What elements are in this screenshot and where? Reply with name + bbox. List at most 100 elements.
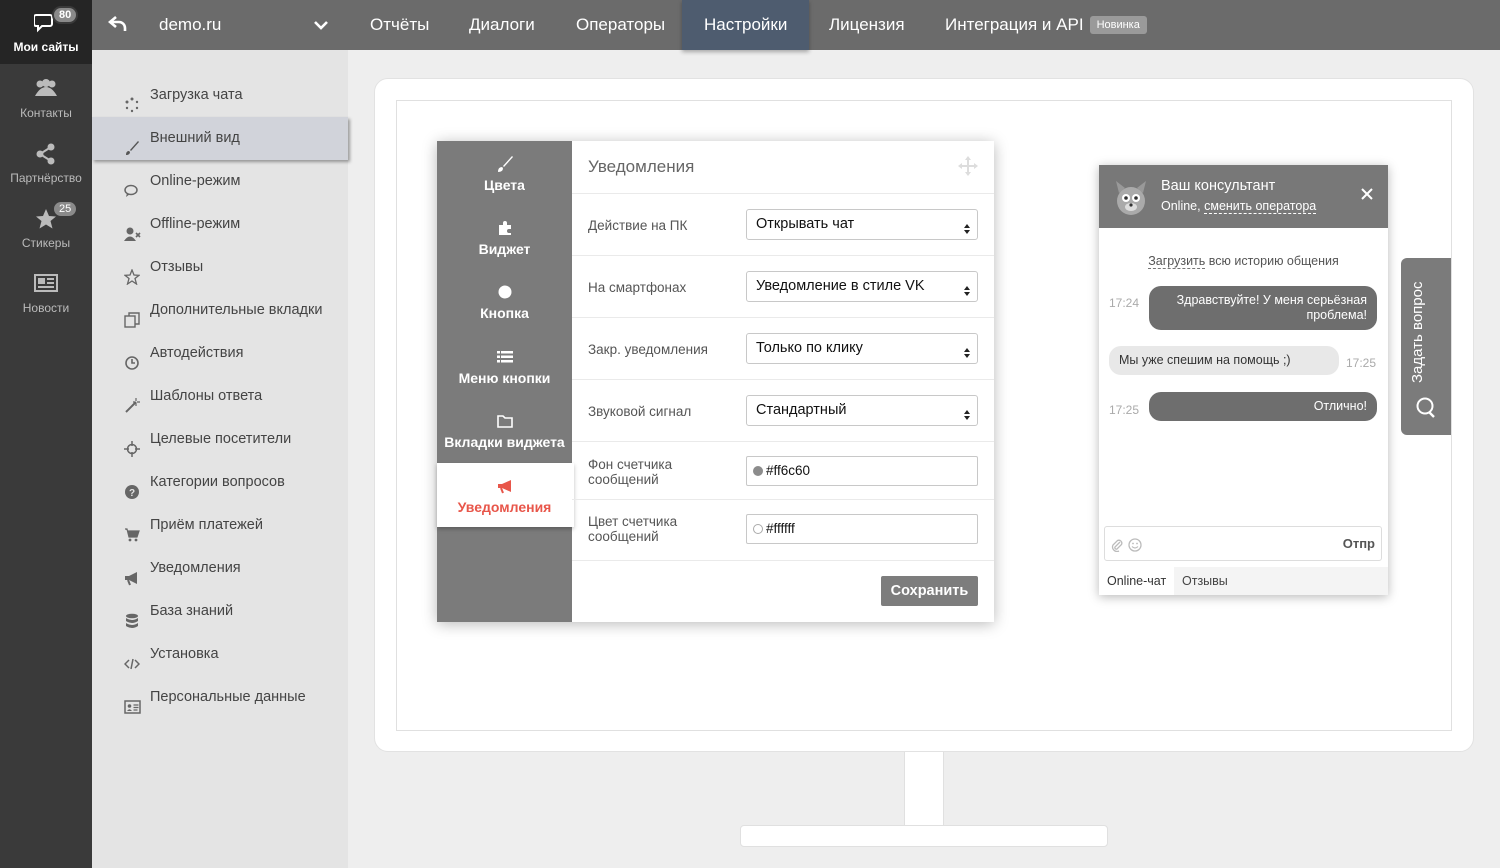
smile-icon[interactable] bbox=[1128, 538, 1142, 552]
sidebar-item-templates[interactable]: Шаблоны ответа bbox=[92, 375, 348, 418]
folder-icon bbox=[437, 412, 572, 430]
tab-button[interactable]: Кнопка bbox=[437, 269, 572, 333]
nav-license[interactable]: Лицензия bbox=[807, 0, 927, 50]
rail-item-my-sites[interactable]: 80 Мои сайты bbox=[0, 0, 92, 64]
message-time: 17:25 bbox=[1346, 356, 1377, 370]
sidebar-item-label: База знаний bbox=[150, 603, 234, 619]
counter-color-input[interactable]: #ffffff bbox=[746, 514, 978, 544]
rail-item-stickers[interactable]: 25 Стикеры bbox=[0, 196, 92, 260]
rail-item-news[interactable]: Новости bbox=[0, 261, 92, 325]
close-icon[interactable] bbox=[1361, 187, 1373, 200]
sidebar-item-target-visitors[interactable]: Целевые посетители bbox=[92, 418, 348, 461]
tab-button-menu[interactable]: Меню кнопки bbox=[437, 334, 572, 398]
sidebar-item-reviews[interactable]: Отзывы bbox=[92, 246, 348, 289]
tab-label: Вкладки виджета bbox=[444, 434, 565, 450]
sidebar-item-installation[interactable]: Установка bbox=[92, 633, 348, 676]
tab-widget[interactable]: Виджет bbox=[437, 205, 572, 269]
sidebar-item-offline-mode[interactable]: Offline-режим bbox=[92, 203, 348, 246]
sidebar-item-label: Установка bbox=[150, 646, 219, 662]
contacts-icon bbox=[0, 78, 92, 100]
ask-question-tab[interactable]: Задать вопрос bbox=[1401, 258, 1451, 435]
chat-tab-online[interactable]: Online-чат bbox=[1099, 567, 1175, 595]
tab-label: Кнопка bbox=[480, 305, 529, 321]
select-value: Только по клику bbox=[756, 340, 863, 356]
tab-colors[interactable]: Цвета bbox=[437, 141, 572, 205]
sidebar-item-personal-data[interactable]: Персональные данные bbox=[92, 676, 348, 719]
puzzle-icon bbox=[437, 219, 572, 237]
left-rail: 80 Мои сайты Контакты Партнёрство 25 Сти… bbox=[0, 0, 92, 868]
tab-notifications[interactable]: Уведомления bbox=[437, 463, 574, 527]
loading-icon bbox=[124, 88, 140, 113]
sidebar-item-notifications[interactable]: Уведомления bbox=[92, 547, 348, 590]
new-badge: Новинка bbox=[1089, 16, 1147, 34]
row-pc-action: Действие на ПК Открывать чат bbox=[572, 193, 994, 255]
message-time: 17:24 bbox=[1109, 296, 1140, 310]
rail-badge-stickers: 25 bbox=[52, 200, 79, 218]
save-button[interactable]: Сохранить bbox=[881, 576, 978, 606]
megaphone-icon bbox=[437, 477, 572, 495]
smartphones-select[interactable]: Уведомление в стиле VK bbox=[746, 271, 978, 302]
close-notifications-select[interactable]: Только по клику bbox=[746, 333, 978, 364]
select-value: Открывать чат bbox=[756, 216, 855, 232]
nav-operators[interactable]: Операторы bbox=[554, 0, 687, 50]
nav-settings[interactable]: Настройки bbox=[682, 0, 810, 50]
move-icon[interactable] bbox=[957, 155, 979, 177]
sidebar-item-autoactions[interactable]: Автодействия bbox=[92, 332, 348, 375]
rail-badge-sites: 80 bbox=[52, 6, 79, 24]
dialog-nav: Цвета Виджет Кнопка Меню кнопки Вкладки … bbox=[437, 141, 574, 622]
history-line: Загрузить всю историю общения bbox=[1099, 254, 1388, 269]
pc-action-select[interactable]: Открывать чат bbox=[746, 209, 978, 240]
sidebar-item-chat-loading[interactable]: Загрузка чата bbox=[92, 74, 348, 117]
share-icon bbox=[0, 143, 92, 165]
comments-icon bbox=[124, 174, 140, 197]
history-text: всю историю общения bbox=[1205, 254, 1339, 268]
brush-icon bbox=[124, 131, 140, 155]
nav-integration[interactable]: Интеграция и API Новинка bbox=[923, 0, 1169, 50]
nav-dialogs[interactable]: Диалоги bbox=[447, 0, 557, 50]
send-button[interactable]: Отпр bbox=[1343, 536, 1375, 551]
sidebar-item-label: Приём платежей bbox=[150, 517, 263, 533]
tab-label: Меню кнопки bbox=[458, 370, 551, 386]
sidebar-item-label: Offline-режим bbox=[150, 216, 241, 232]
row-smartphones: На смартфонах Уведомление в стиле VK bbox=[572, 255, 994, 317]
sidebar-item-payments[interactable]: Приём платежей bbox=[92, 504, 348, 547]
message-time: 17:25 bbox=[1109, 403, 1140, 417]
rail-item-contacts[interactable]: Контакты bbox=[0, 66, 92, 130]
sidebar-item-appearance[interactable]: Внешний вид bbox=[92, 117, 348, 160]
site-selector[interactable]: demo.ru bbox=[159, 0, 221, 50]
rail-item-partnership[interactable]: Партнёрство bbox=[0, 131, 92, 195]
chat-bubbles-icon bbox=[0, 12, 92, 34]
sidebar-item-knowledge-base[interactable]: База знаний bbox=[92, 590, 348, 633]
tab-widget-tabs[interactable]: Вкладки виджета bbox=[437, 398, 572, 462]
load-history-link[interactable]: Загрузить bbox=[1148, 254, 1206, 269]
back-arrow-icon[interactable] bbox=[107, 14, 128, 34]
row-counter-bg: Фон счетчика сообщений #ff6c60 bbox=[572, 441, 994, 499]
database-icon bbox=[124, 604, 140, 628]
chat-message-input[interactable]: Отпр bbox=[1104, 526, 1382, 561]
sidebar-item-label: Внешний вид bbox=[150, 130, 240, 146]
star-icon bbox=[0, 208, 92, 230]
tabs-icon bbox=[124, 303, 140, 328]
color-swatch bbox=[753, 524, 763, 534]
settings-dialog: Цвета Виджет Кнопка Меню кнопки Вкладки … bbox=[437, 141, 994, 622]
chat-tabs: Online-чат Отзывы bbox=[1099, 567, 1388, 595]
chevron-down-icon[interactable] bbox=[312, 18, 330, 32]
nav-reports[interactable]: Отчёты bbox=[348, 0, 451, 50]
change-operator-link[interactable]: сменить оператора bbox=[1204, 199, 1317, 214]
tab-label: Цвета bbox=[484, 177, 525, 193]
star-outline-icon bbox=[123, 260, 141, 286]
sidebar-item-question-categories[interactable]: ? Категории вопросов bbox=[92, 461, 348, 504]
sidebar-item-extra-tabs[interactable]: Дополнительные вкладки bbox=[92, 289, 348, 332]
counter-bg-input[interactable]: #ff6c60 bbox=[746, 456, 978, 486]
operator-name: Ваш консультант bbox=[1161, 178, 1276, 194]
sidebar-item-label: Целевые посетители bbox=[150, 431, 292, 447]
message-outgoing: Отлично! bbox=[1149, 392, 1377, 421]
sound-select[interactable]: Стандартный bbox=[746, 395, 978, 426]
settings-sidebar: Загрузка чата Внешний вид Online-режим O… bbox=[92, 50, 348, 868]
sidebar-item-online-mode[interactable]: Online-режим bbox=[92, 160, 348, 203]
select-arrows-icon bbox=[963, 404, 971, 420]
chat-header: Ваш консультант Online, сменить оператор… bbox=[1099, 165, 1388, 228]
paperclip-icon[interactable] bbox=[1111, 538, 1123, 553]
id-card-icon bbox=[124, 690, 141, 714]
chat-tab-reviews[interactable]: Отзывы bbox=[1174, 567, 1236, 595]
